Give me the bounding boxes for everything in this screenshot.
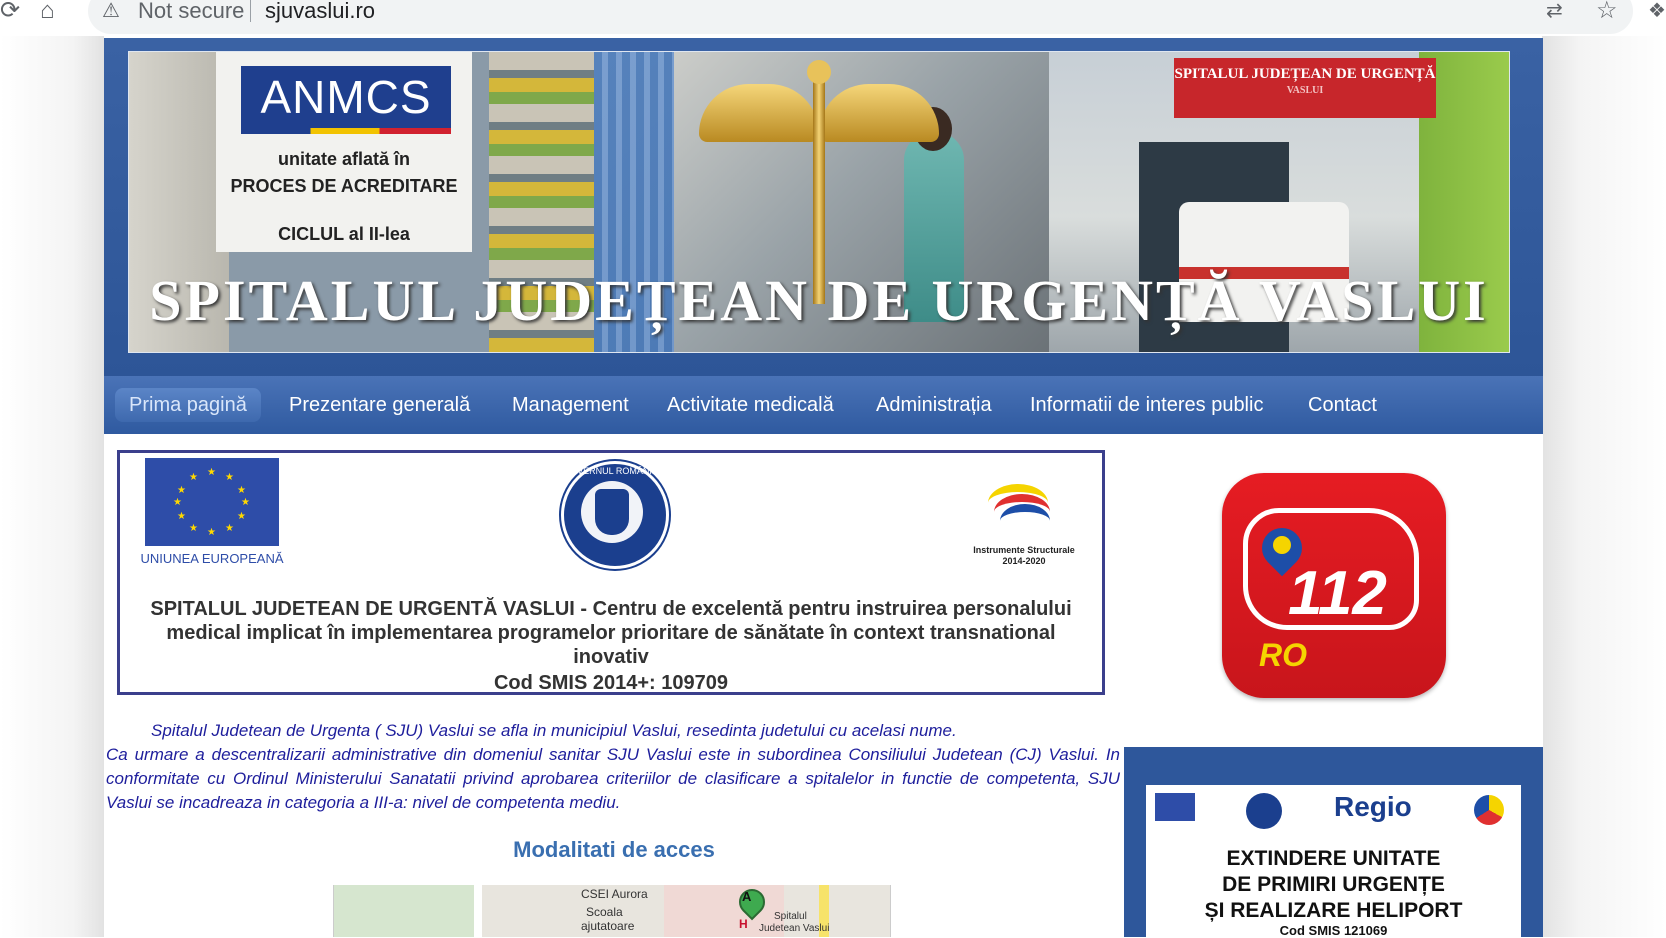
security-label[interactable]: Not secure	[138, 0, 244, 24]
anmcs-line-1: unitate aflată în	[277, 149, 411, 169]
header-banner[interactable]: SPITALUL JUDEȚEAN DE URGENȚĂ VASLUI ANMCS…	[128, 51, 1510, 353]
home-icon[interactable]: ⌂	[40, 0, 55, 23]
anmcs-line-3: CICLUL al II-lea	[278, 224, 410, 244]
regio-cod-smis: Cod SMIS 121069	[1279, 923, 1388, 938]
browser-toolbar: ⟳ ⌂ ⚠ Not secure sjuvaslui.ro ⇄ ☆ ❖	[0, 0, 1666, 36]
instrumente-structurale-logo	[980, 460, 1070, 540]
eu-flag-icon: ★ ★ ★ ★ ★ ★ ★ ★ ★ ★ ★ ★	[145, 458, 279, 546]
anmcs-tricolor-bar	[241, 128, 451, 134]
description-paragraph-1: Spitalul Judetean de Urgenta ( SJU) Vasl…	[151, 721, 957, 740]
app-112-country: RO	[1259, 637, 1307, 673]
regio-logo: Regio	[1334, 791, 1412, 822]
nav-item-informatii-interes-public[interactable]: Informatii de interes public	[1030, 388, 1263, 422]
url-text[interactable]: sjuvaslui.ro	[265, 0, 375, 24]
instrumente-structurale-label: Instrumente Structurale 2014-2020	[973, 545, 1075, 566]
map-road	[474, 885, 482, 937]
project-cod-smis: Cod SMIS 2014+: 109709	[493, 672, 728, 694]
nav-item-prima-pagina[interactable]: Prima pagină	[115, 388, 261, 422]
warning-icon[interactable]: ⚠	[102, 0, 120, 22]
map-label-ajutatoare: ajutatoare	[581, 919, 635, 933]
page-side-left	[0, 36, 104, 937]
translate-icon[interactable]: ⇄	[1546, 0, 1563, 22]
is-swoosh-blue	[1000, 504, 1050, 538]
regio-government-seal-icon	[1246, 793, 1282, 829]
app-112-number: 112	[1288, 559, 1387, 628]
map-label-scoala: Scoala	[586, 905, 623, 919]
anmcs-line-2: PROCES DE ACREDITARE	[230, 176, 458, 196]
banner-title: SPITALUL JUDEȚEAN DE URGENȚĂ VASLUI	[149, 268, 1489, 333]
nav-item-activitate-medicala[interactable]: Activitate medicală	[667, 388, 834, 422]
location-pin-dot	[1273, 536, 1291, 554]
hospital-sign: SPITALUL JUDEȚEAN DE URGENȚĂ VASLUI	[1174, 58, 1436, 118]
description-paragraph-2: Ca urmare a descentralizarii administrat…	[106, 745, 1120, 812]
hospital-sign-text-2: VASLUI	[1286, 85, 1324, 96]
map-label-csei: CSEI Aurora	[581, 887, 648, 901]
caduceus-wing-left	[699, 84, 819, 142]
extension-icon[interactable]: ❖	[1648, 0, 1666, 22]
caduceus-ball	[807, 60, 831, 84]
hospital-sign-text: SPITALUL JUDEȚEAN DE URGENȚĂ	[1174, 66, 1436, 82]
map-pin-label: A	[742, 889, 752, 904]
access-map[interactable]: CSEI Aurora Scoala ajutatoare Spitalul J…	[333, 885, 891, 937]
access-heading: Modalitati de acces	[513, 837, 715, 862]
map-park	[334, 885, 474, 937]
regio-project-title: EXTINDERE UNITATE DE PRIMIRI URGENȚE ȘI …	[1146, 846, 1521, 924]
regio-eu-flag-icon	[1155, 793, 1195, 821]
regio-title-line-2: DE PRIMIRI URGENȚE	[1222, 873, 1445, 896]
government-seal-text: GUVERNUL ROMÂNIEI	[563, 466, 661, 476]
romania-eagle-icon	[595, 489, 629, 535]
caduceus-wing-right	[819, 84, 939, 142]
regio-instrumente-structurale-icon	[1474, 795, 1504, 825]
anmcs-logo: ANMCS	[241, 66, 451, 128]
nav-item-administratia[interactable]: Administrația	[876, 388, 992, 422]
nav-item-management[interactable]: Management	[512, 388, 629, 422]
regio-title-line-3: ȘI REALIZARE HELIPORT	[1204, 899, 1463, 922]
nav-item-prezentare-generala[interactable]: Prezentare generală	[289, 388, 470, 422]
map-label-spitalul: Spitalul	[774, 911, 807, 922]
star-icon[interactable]: ☆	[1596, 0, 1618, 23]
regio-title-line-1: EXTINDERE UNITATE	[1226, 847, 1441, 870]
hospital-description: Spitalul Judetean de Urgenta ( SJU) Vasl…	[106, 719, 1120, 815]
nav-item-contact[interactable]: Contact	[1308, 388, 1377, 422]
reload-icon[interactable]: ⟳	[0, 0, 20, 23]
main-navigation: Prima pagină Prezentare generală Managem…	[104, 376, 1543, 434]
address-divider	[250, 0, 251, 22]
map-label-judetean: Judetean Vaslui	[759, 923, 830, 934]
hospital-h-icon: H	[739, 917, 748, 931]
page-side-right	[1542, 36, 1666, 937]
anmcs-badge: ANMCS unitate aflată în PROCES DE ACREDI…	[216, 52, 472, 252]
project-title: SPITALUL JUDETEAN DE URGENTĂ VASLUI - Ce…	[150, 598, 1072, 668]
eu-label: UNIUNEA EUROPEANĂ	[140, 551, 284, 566]
